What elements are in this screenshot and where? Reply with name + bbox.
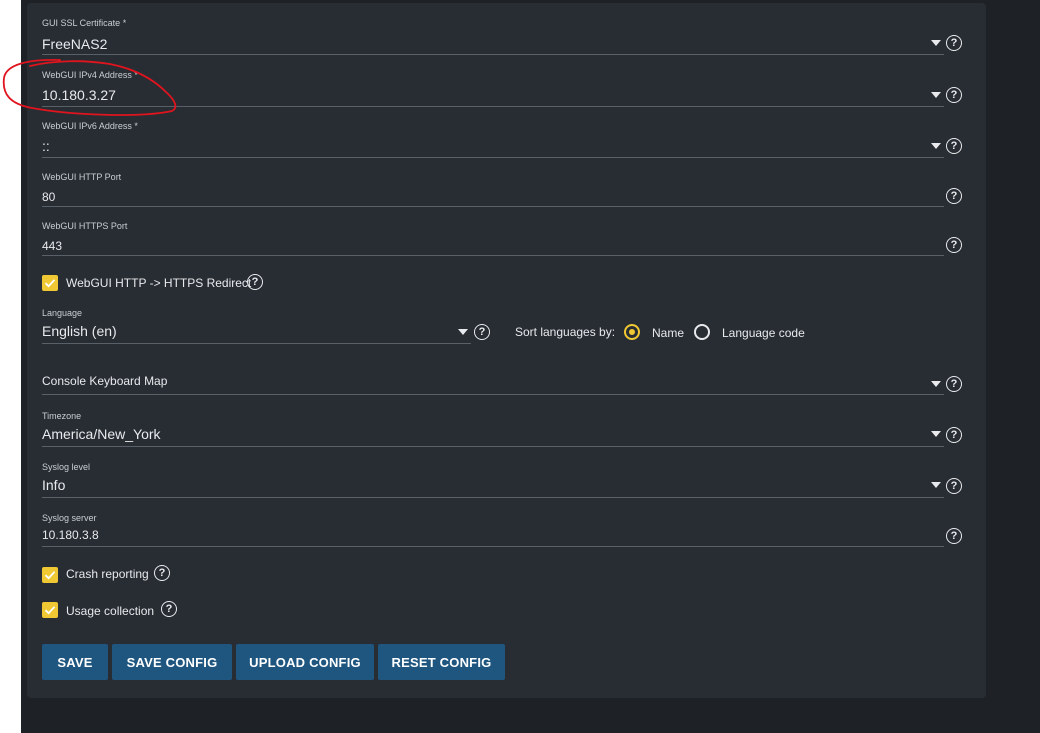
console-keyboard-map-select[interactable]: Console Keyboard Map ? — [42, 365, 962, 401]
ipv4-address-select[interactable]: WebGUI IPv4 Address * 10.180.3.27 ? — [42, 70, 962, 110]
http-port-label: WebGUI HTTP Port — [42, 172, 122, 182]
syslog-level-underline — [42, 497, 944, 498]
ipv6-address-select[interactable]: WebGUI IPv6 Address * :: ? — [42, 121, 962, 161]
http-port-input[interactable]: WebGUI HTTP Port 80 ? — [42, 172, 962, 212]
language-underline — [42, 343, 471, 344]
caret-down-icon[interactable] — [931, 381, 941, 387]
https-redirect-label: WebGUI HTTP -> HTTPS Redirect — [66, 276, 252, 290]
help-circle-icon[interactable]: ? — [946, 138, 962, 154]
syslog-level-value: Info — [42, 477, 66, 493]
syslog-server-label: Syslog server — [42, 513, 97, 523]
ssl-certificate-value: FreeNAS2 — [42, 36, 108, 52]
help-circle-icon[interactable]: ? — [946, 188, 962, 204]
ipv4-address-value: 10.180.3.27 — [42, 87, 116, 103]
caret-down-icon[interactable] — [931, 482, 941, 488]
language-value: English (en) — [42, 323, 117, 339]
ssl-certificate-label: GUI SSL Certificate * — [42, 18, 127, 28]
general-settings-card: GUI SSL Certificate * FreeNAS2 ? WebGUI … — [27, 3, 986, 698]
sort-by-name-label: Name — [652, 326, 685, 340]
help-circle-icon[interactable]: ? — [154, 565, 170, 581]
timezone-label: Timezone — [42, 411, 82, 421]
help-circle-icon[interactable]: ? — [161, 601, 177, 617]
language-label: Language — [42, 308, 83, 318]
https-port-input[interactable]: WebGUI HTTPS Port 443 ? — [42, 221, 962, 261]
help-circle-icon[interactable]: ? — [946, 427, 962, 443]
upload-config-button[interactable]: UPLOAD CONFIG — [236, 644, 374, 680]
usage-collection-label: Usage collection — [66, 604, 155, 618]
console-keyboard-map-placeholder: Console Keyboard Map — [42, 374, 168, 388]
syslog-level-select[interactable]: Syslog level Info ? — [42, 462, 962, 502]
ipv4-address-label: WebGUI IPv4 Address * — [42, 70, 138, 80]
http-port-value: 80 — [42, 190, 56, 204]
http-port-underline — [42, 206, 944, 207]
crash-reporting-checkbox[interactable] — [42, 567, 58, 583]
timezone-select[interactable]: Timezone America/New_York ? — [42, 411, 962, 451]
caret-down-icon[interactable] — [931, 143, 941, 149]
help-circle-icon[interactable]: ? — [946, 237, 962, 253]
help-circle-icon[interactable]: ? — [946, 478, 962, 494]
ssl-certificate-underline — [42, 54, 944, 55]
check-icon — [44, 279, 56, 288]
console-keyboard-map-underline — [42, 394, 944, 395]
help-circle-icon[interactable]: ? — [247, 274, 263, 290]
ipv6-address-label: WebGUI IPv6 Address * — [42, 121, 138, 131]
syslog-server-input[interactable]: Syslog server 10.180.3.8 ? — [42, 513, 962, 553]
timezone-value: America/New_York — [42, 426, 161, 442]
sort-by-language-code-label: Language code — [722, 326, 805, 340]
save-button[interactable]: SAVE — [42, 644, 108, 680]
caret-down-icon[interactable] — [931, 92, 941, 98]
left-margin-strip — [0, 0, 21, 733]
save-config-button[interactable]: SAVE CONFIG — [112, 644, 232, 680]
reset-config-button[interactable]: RESET CONFIG — [378, 644, 505, 680]
language-select[interactable]: Language English (en) ? — [42, 308, 492, 348]
help-circle-icon[interactable]: ? — [474, 324, 490, 340]
sort-languages-label: Sort languages by: — [515, 325, 616, 339]
https-port-label: WebGUI HTTPS Port — [42, 221, 128, 231]
check-icon — [44, 606, 56, 615]
caret-down-icon[interactable] — [458, 329, 468, 335]
help-circle-icon[interactable]: ? — [946, 35, 962, 51]
ipv6-address-underline — [42, 157, 944, 158]
caret-down-icon[interactable] — [931, 431, 941, 437]
https-port-underline — [42, 255, 944, 256]
syslog-server-underline — [42, 546, 944, 547]
ipv4-address-underline — [42, 106, 944, 107]
help-circle-icon[interactable]: ? — [946, 376, 962, 392]
sort-by-name-radio[interactable] — [624, 324, 640, 340]
ssl-certificate-select[interactable]: GUI SSL Certificate * FreeNAS2 ? — [42, 18, 962, 58]
usage-collection-checkbox[interactable] — [42, 602, 58, 618]
syslog-server-value: 10.180.3.8 — [42, 528, 99, 542]
crash-reporting-label: Crash reporting — [66, 567, 149, 581]
timezone-underline — [42, 446, 944, 447]
help-circle-icon[interactable]: ? — [946, 528, 962, 544]
help-circle-icon[interactable]: ? — [946, 87, 962, 103]
ipv6-address-value: :: — [42, 138, 50, 154]
sort-by-language-code-radio[interactable] — [694, 324, 710, 340]
check-icon — [44, 571, 56, 580]
syslog-level-label: Syslog level — [42, 462, 91, 472]
https-redirect-checkbox[interactable] — [42, 275, 58, 291]
https-port-value: 443 — [42, 239, 63, 253]
caret-down-icon[interactable] — [931, 40, 941, 46]
